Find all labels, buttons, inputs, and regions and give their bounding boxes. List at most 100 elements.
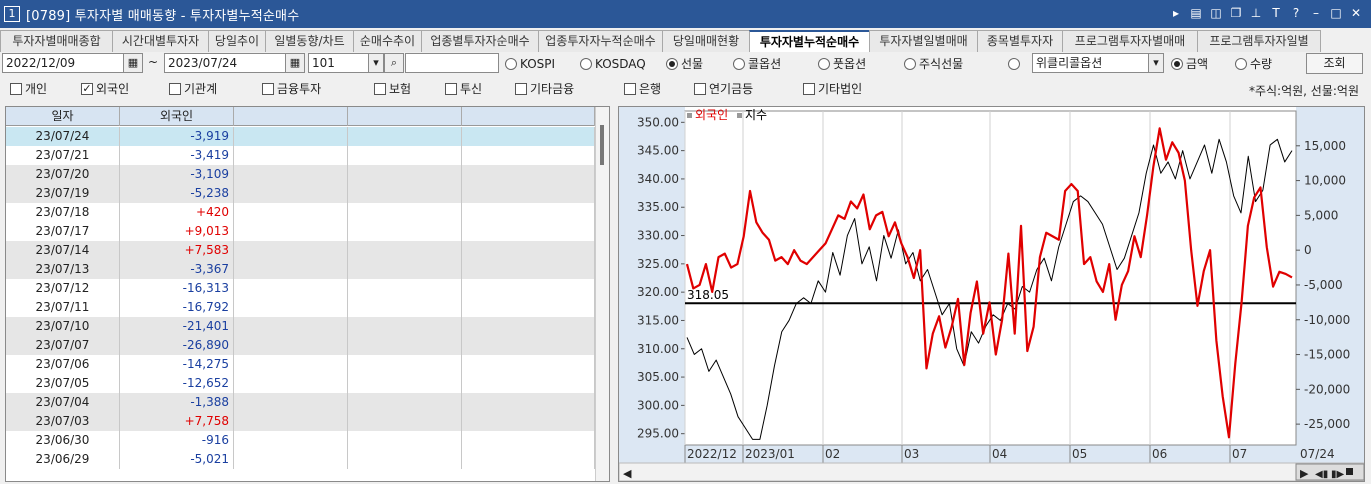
tab-6[interactable]: 업종투자자누적순매수 [538,30,663,52]
minimize-icon[interactable]: – [1309,5,1323,21]
table-row[interactable]: 23/06/29 -5,021 [6,450,595,469]
cell-foreign: -16,313 [120,279,234,298]
tab-3[interactable]: 일별동향/차트 [265,30,354,52]
table-row[interactable]: 23/07/04 -1,388 [6,393,595,412]
checkbox-0[interactable]: 개인 [10,81,47,97]
cell-empty [234,355,348,374]
cell-date: 23/07/11 [6,298,120,317]
code-field[interactable]: 101 [308,53,370,73]
radio-futures[interactable]: 선물 [666,55,703,73]
query-button[interactable]: 조회 [1306,53,1363,74]
cell-empty [348,165,462,184]
column-header-date[interactable]: 일자 [6,107,120,126]
radio-icon [904,58,916,70]
right-tick-label: 15,000 [1304,139,1346,153]
table-row[interactable]: 23/07/03 +7,758 [6,412,595,431]
radio-amount[interactable]: 금액 [1171,55,1208,73]
table-row[interactable]: 23/07/20 -3,109 [6,165,595,184]
radio-icon [1171,58,1183,70]
cell-empty [234,393,348,412]
table-row[interactable]: 23/07/07 -26,890 [6,336,595,355]
tab-5[interactable]: 업종별투자자순매수 [421,30,539,52]
radio-kospi[interactable]: KOSPI [505,55,555,73]
cell-empty [462,165,595,184]
tab-0[interactable]: 투자자별매매종합 [0,30,113,52]
checkbox-1[interactable]: ✓ 외국인 [81,81,129,97]
font-icon[interactable]: T [1269,5,1283,21]
radio-kosdaq[interactable]: KOSDAQ [580,55,646,73]
column-header-foreign[interactable]: 외국인 [120,107,234,126]
checkbox-5[interactable]: 투신 [445,81,482,97]
tab-10[interactable]: 종목별투자자 [977,30,1063,52]
radio-icon [666,58,678,70]
radio-stock-futures[interactable]: 주식선물 [904,55,963,73]
chevron-down-icon[interactable]: ▾ [368,53,384,73]
tab-4[interactable]: 순매수추이 [353,30,422,52]
radio-put[interactable]: 풋옵션 [818,55,866,73]
data-grid: 일자 외국인 23/07/24 -3,919 23/07/21 -3,419 23/07… [5,106,610,482]
cell-date: 23/06/30 [6,431,120,450]
arrow-right-icon[interactable]: ▸ [1169,5,1183,21]
table-row[interactable]: 23/07/17 +9,013 [6,222,595,241]
radio-option[interactable] [1008,55,1023,73]
pin-icon[interactable]: ⊥ [1249,5,1263,21]
checkbox-6[interactable]: 기타금융 [515,81,574,97]
name-field[interactable] [405,53,499,73]
maximize-icon[interactable]: □ [1329,5,1343,21]
cell-foreign: -916 [120,431,234,450]
tab-11[interactable]: 프로그램투자자별매매 [1062,30,1198,52]
option-select[interactable]: 위클리콜옵션 [1032,53,1150,73]
cell-foreign: -1,388 [120,393,234,412]
table-row[interactable]: 23/07/24 -3,919 [6,127,595,146]
tab-12[interactable]: 프로그램투자자일별 [1197,30,1321,52]
radio-call[interactable]: 콜옵션 [733,55,781,73]
search-icon[interactable]: ⌕ [384,53,404,73]
calendar-icon[interactable]: ▦ [123,53,143,73]
table-row[interactable]: 23/07/14 +7,583 [6,241,595,260]
help-icon[interactable]: ? [1289,5,1303,21]
table-row[interactable]: 23/07/05 -12,652 [6,374,595,393]
checkbox-label: 기관계 [184,82,218,96]
tab-7[interactable]: 당일매매현황 [662,30,750,52]
scroll-thumb[interactable] [600,125,604,165]
cell-foreign: +7,583 [120,241,234,260]
tab-8[interactable]: 투자자별누적순매수 [749,30,870,52]
unit-note: *주식:억원, 선물:억원 [1248,84,1359,98]
close-icon[interactable]: ✕ [1349,5,1363,21]
memo-icon[interactable]: ▤ [1189,5,1203,21]
cell-empty [234,317,348,336]
checkbox-4[interactable]: 보험 [374,81,411,97]
chevron-down-icon[interactable]: ▾ [1148,53,1164,73]
cell-empty [348,393,462,412]
table-row[interactable]: 23/06/30 -916 [6,431,595,450]
tab-1[interactable]: 시간대별투자자 [112,30,209,52]
checkbox-3[interactable]: 금융투자 [262,81,321,97]
cell-foreign: -12,652 [120,374,234,393]
grid-scrollbar[interactable] [595,107,609,481]
table-row[interactable]: 23/07/11 -16,792 [6,298,595,317]
end-date-field[interactable]: 2023/07/24 [164,53,286,73]
table-row[interactable]: 23/07/13 -3,367 [6,260,595,279]
table-row[interactable]: 23/07/06 -14,275 [6,355,595,374]
left-tick-label: 305.00 [637,370,679,384]
tab-2[interactable]: 당일추이 [208,30,266,52]
checkbox-9[interactable]: 기타법인 [803,81,862,97]
table-row[interactable]: 23/07/21 -3,419 [6,146,595,165]
cell-empty [462,317,595,336]
radio-icon [505,58,517,70]
calendar-icon[interactable]: ▦ [285,53,305,73]
table-row[interactable]: 23/07/19 -5,238 [6,184,595,203]
tab-9[interactable]: 투자자별일별매매 [869,30,978,52]
start-date-field[interactable]: 2022/12/09 [2,53,124,73]
table-row[interactable]: 23/07/10 -21,401 [6,317,595,336]
layout-icon[interactable]: ◫ [1209,5,1223,21]
checkbox-8[interactable]: 연기금등 [694,81,753,97]
table-row[interactable]: 23/07/12 -16,313 [6,279,595,298]
table-row[interactable]: 23/07/18 +420 [6,203,595,222]
cell-empty [234,374,348,393]
checkbox-7[interactable]: 은행 [624,81,661,97]
checkbox-2[interactable]: 기관계 [169,81,217,97]
cell-empty [348,127,462,146]
radio-quantity[interactable]: 수량 [1235,55,1272,73]
copy-icon[interactable]: ❐ [1229,5,1243,21]
